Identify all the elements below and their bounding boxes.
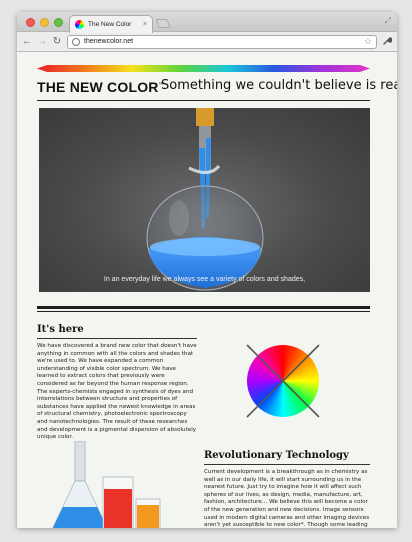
- reload-button[interactable]: ↻: [52, 36, 62, 47]
- hero-video[interactable]: In an everyday life we always see a vari…: [39, 108, 370, 292]
- tab-bar: The New Color × ⤢: [17, 12, 397, 33]
- minimize-window-button[interactable]: [40, 18, 49, 27]
- page-viewport: THE NEW COLOR™ Something we couldn't bel…: [17, 53, 397, 528]
- wrench-menu-icon[interactable]: [382, 36, 393, 48]
- section-title-underline: [204, 464, 370, 465]
- fullscreen-icon[interactable]: ⤢: [385, 16, 391, 26]
- section-divider-thin: [37, 311, 370, 312]
- globe-icon: [72, 37, 80, 46]
- brand-logo[interactable]: THE NEW COLOR™: [37, 79, 165, 95]
- zoom-window-button[interactable]: [54, 18, 63, 27]
- header-divider: [37, 100, 370, 101]
- forward-button[interactable]: →: [37, 36, 47, 47]
- favicon-icon: [75, 20, 84, 29]
- url-text[interactable]: thenewcolor.net: [84, 38, 360, 45]
- section-title-revolutionary-technology: Revolutionary Technology: [204, 450, 349, 461]
- new-tab-button[interactable]: [155, 19, 171, 28]
- video-caption: In an everyday life we always see a vari…: [103, 276, 306, 283]
- tab-close-icon[interactable]: ×: [143, 21, 147, 28]
- section-title-its-here: It's here: [37, 324, 84, 335]
- browser-window: The New Color × ⤢ ← → ↻ thenewcolor.net …: [17, 12, 397, 528]
- color-wheel-crossed-icon: [244, 342, 322, 420]
- its-here-paragraph: The experts-chemists engaged in synthesi…: [37, 388, 197, 441]
- round-flask-illustration: [41, 440, 171, 528]
- section-title-underline: [37, 338, 197, 339]
- its-here-text: We have discovered a brand new color tha…: [37, 343, 197, 442]
- site-header: THE NEW COLOR™ Something we couldn't bel…: [37, 78, 397, 96]
- bookmark-star-icon[interactable]: ☆: [364, 36, 372, 47]
- tab-title: The New Color: [88, 21, 132, 28]
- tagline: Something we couldn't believe is real: [161, 78, 397, 93]
- address-bar[interactable]: thenewcolor.net ☆: [67, 34, 377, 49]
- tech-text: Current development is a breakthrough as…: [204, 469, 370, 528]
- spectrum-bar: [37, 65, 370, 72]
- flask-illustration: [146, 108, 264, 291]
- its-here-paragraph: We have discovered a brand new color tha…: [37, 343, 197, 387]
- tech-paragraph: Current development is a breakthrough as…: [204, 469, 370, 528]
- section-divider-thick: [37, 306, 370, 309]
- back-button[interactable]: ←: [22, 36, 32, 47]
- tab-the-new-color[interactable]: The New Color ×: [69, 15, 153, 33]
- browser-toolbar: ← → ↻ thenewcolor.net ☆: [17, 32, 397, 52]
- window-controls: [26, 18, 63, 27]
- close-window-button[interactable]: [26, 18, 35, 27]
